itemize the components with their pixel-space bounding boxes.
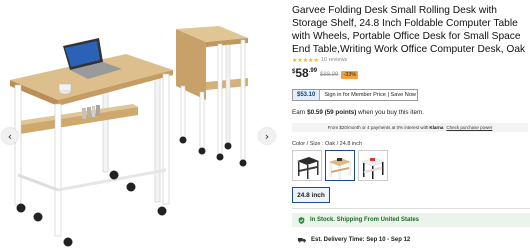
reviews-link[interactable]: 10 reviews [321,57,347,63]
check-purchase-power-link[interactable]: Check purchase power [446,125,492,130]
delivery-text: Est. Delivery Time: Sep 10 - Sep 12 [311,236,411,243]
product-info-panel: Garvee Folding Desk Small Rolling Desk w… [284,0,530,250]
swatch-white[interactable] [358,150,388,181]
black-desk-thumbnail-icon [297,157,319,179]
next-image-button[interactable]: › [259,128,275,144]
member-price: $53.10 [293,90,321,100]
price-cents: .99 [308,68,318,74]
points-prefix: Earn [292,109,308,116]
product-image-gallery: ‹ › [0,0,275,250]
rating-stars-icon[interactable]: ★★★★★ [292,57,319,64]
stock-status-text: In Stock. Shipping From United States [310,217,420,223]
swatch-oak[interactable] [325,150,355,181]
product-image [10,26,248,247]
oak-desk-thumbnail-icon [329,158,351,180]
color-size-label: Color / Size : Oak / 24.8 inch [292,141,363,147]
color-swatches [292,150,388,181]
points-suffix: when you buy this item. [356,109,424,116]
reward-points: Earn $0.59 (59 points) when you buy this… [292,109,424,116]
price-row: $ 58 .99 $88.99 -33% [292,66,359,80]
white-desk-thumbnail-icon [361,157,385,179]
points-amount: $0.59 (59 points) [307,109,357,116]
section-divider [292,208,530,209]
check-shield-icon [298,216,305,224]
financing-banner: From $20/month or 4 payments at 0% inter… [292,123,528,132]
member-signin-link[interactable]: Sign in for Member Price | Save Now [320,92,416,98]
swatch-black[interactable] [292,150,322,181]
delivery-estimate: Est. Delivery Time: Sep 10 - Sep 12 [292,233,530,246]
original-price: $88.99 [320,72,339,78]
product-title: Garvee Folding Desk Small Rolling Desk w… [292,5,526,55]
member-price-box[interactable]: $53.10 Sign in for Member Price | Save N… [292,89,418,101]
size-option-24-8-inch[interactable]: 24.8 inch [292,187,330,203]
previous-image-button[interactable]: ‹ [2,128,18,144]
discount-badge: -33% [341,71,359,79]
truck-icon [298,237,306,243]
stock-status-banner: In Stock. Shipping From United States [292,213,530,227]
klarna-logo: Klarna [429,125,444,130]
price-whole: 58 [295,66,309,80]
financing-text: From $20/month or 4 payments at 0% inter… [327,125,429,130]
